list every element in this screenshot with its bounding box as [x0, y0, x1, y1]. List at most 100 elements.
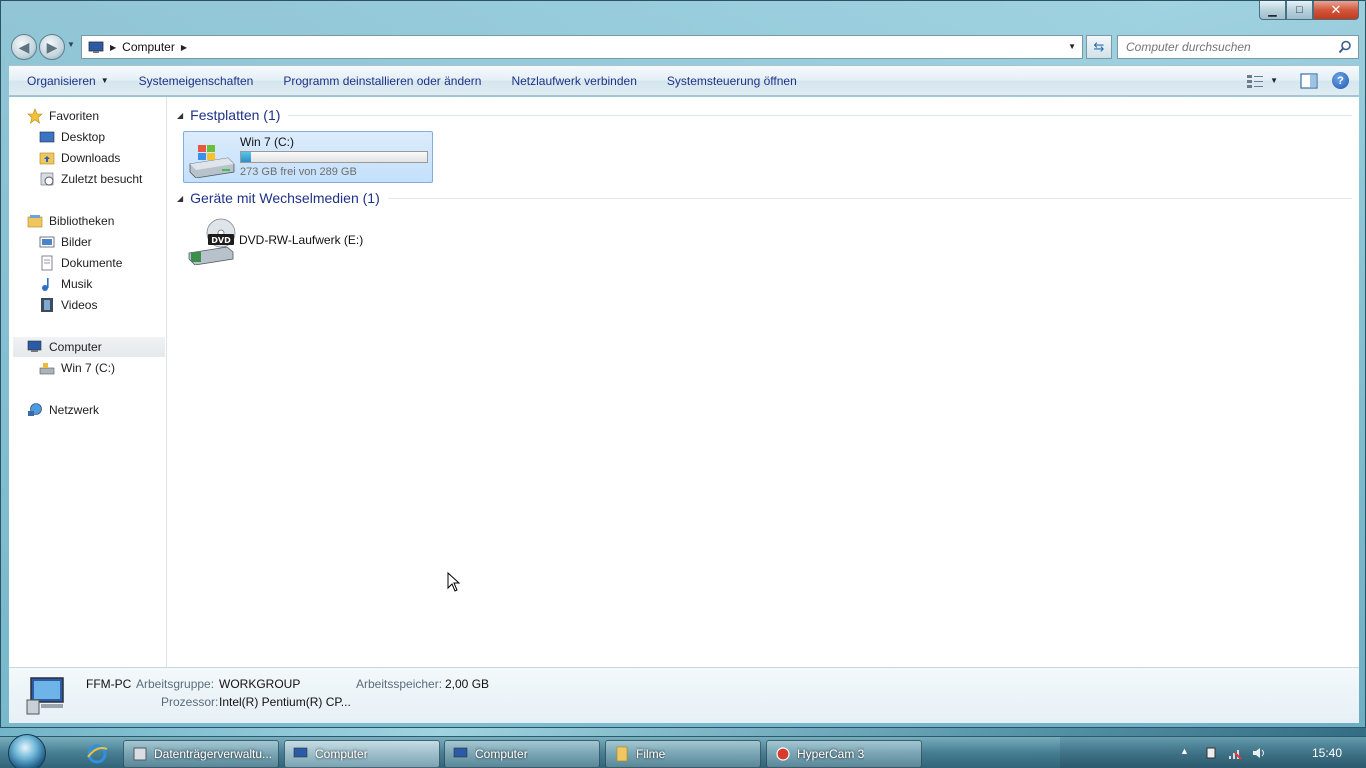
network-globe-icon [28, 403, 42, 416]
nav-documents[interactable]: Dokumente [39, 253, 122, 273]
command-bar: Organisieren ▼ Systemeigenschaften Progr… [9, 65, 1359, 96]
map-network-drive-button[interactable]: Netzlaufwerk verbinden [496, 66, 651, 95]
command-bar-right: ▼ ? [1246, 72, 1349, 89]
drive-usage-bar [240, 151, 428, 163]
nav-label: Favoriten [49, 109, 100, 123]
dvd-drive-name: DVD-RW-Laufwerk (E:) [239, 233, 364, 247]
refresh-button[interactable]: ⇆ [1086, 35, 1112, 59]
show-hidden-icons-icon[interactable]: ▲ [1180, 746, 1194, 760]
computer-icon [26, 677, 64, 715]
search-input[interactable] [1126, 40, 1336, 54]
taskbar-item-filme[interactable]: Filme [605, 740, 761, 768]
drive-c-tile[interactable]: Win 7 (C:) 273 GB frei von 289 GB [183, 131, 433, 183]
caption-buttons: ▁ □ ✕ [1259, 1, 1359, 20]
navigation-pane: Favoriten Desktop Downloads Zuletzt besu… [9, 97, 167, 667]
taskbar-item-hypercam[interactable]: HyperCam 3 [766, 740, 922, 768]
computer-icon [453, 747, 468, 758]
internet-explorer-icon[interactable] [86, 743, 108, 765]
address-bar[interactable]: ▶ Computer ▶ ▼ [81, 35, 1083, 59]
preview-pane-icon[interactable] [1300, 72, 1318, 89]
memory-label: Arbeitsspeicher: [356, 677, 443, 691]
organize-menu[interactable]: Organisieren ▼ [9, 66, 124, 95]
dvd-drive-tile[interactable]: DVD DVD-RW-Laufwerk (E:) [183, 215, 433, 267]
clock[interactable]: 15:40 [1312, 746, 1342, 760]
recent-places-icon [40, 172, 54, 186]
drive-usage-fill [241, 152, 252, 162]
nav-label: Win 7 (C:) [61, 361, 115, 375]
group-divider [387, 197, 1352, 199]
record-icon [776, 747, 790, 761]
back-button[interactable]: ◀ [11, 34, 37, 60]
windows-drive-icon [189, 145, 235, 178]
nav-drive-c[interactable]: Win 7 (C:) [39, 358, 115, 378]
nav-label: Bilder [61, 235, 92, 249]
nav-desktop[interactable]: Desktop [39, 127, 105, 147]
nav-computer[interactable]: Computer [13, 337, 165, 357]
nav-recent[interactable]: Zuletzt besucht [39, 169, 142, 189]
drive-free-space: 273 GB frei von 289 GB [240, 166, 357, 178]
minimize-button[interactable]: ▁ [1259, 1, 1286, 20]
nav-network[interactable]: Netzwerk [27, 400, 99, 420]
nav-label: Computer [49, 340, 102, 354]
group-divider [288, 114, 1352, 116]
details-pane: FFM-PC Arbeitsgruppe: WORKGROUP Arbeitss… [9, 667, 1359, 723]
disk-management-icon [133, 747, 147, 761]
system-tray: ▲ 15:40 [1060, 737, 1366, 768]
hard-drive-icon [39, 363, 55, 375]
search-box[interactable] [1117, 35, 1359, 59]
breadcrumb-arrow-icon[interactable]: ▶ [110, 43, 116, 52]
group-hard-disks[interactable]: ◢ Festplatten (1) [177, 107, 1352, 123]
nav-libraries[interactable]: Bibliotheken [27, 211, 114, 231]
group-title: Festplatten (1) [190, 107, 281, 123]
nav-favorites[interactable]: Favoriten [27, 106, 99, 126]
nav-videos[interactable]: Videos [39, 295, 97, 315]
help-icon[interactable]: ? [1332, 72, 1349, 89]
drive-name: Win 7 (C:) [240, 135, 294, 149]
system-properties-button[interactable]: Systemeigenschaften [124, 66, 269, 95]
mouse-cursor-icon [447, 572, 461, 592]
nav-downloads[interactable]: Downloads [39, 148, 120, 168]
start-button[interactable] [8, 734, 46, 768]
group-title: Geräte mit Wechselmedien (1) [190, 190, 380, 206]
uninstall-program-button[interactable]: Programm deinstallieren oder ändern [268, 66, 496, 95]
taskbar-item-computer-1[interactable]: Computer [284, 740, 440, 768]
dvd-drive-icon: DVD [188, 218, 236, 265]
taskbar-label: Filme [636, 747, 666, 761]
collapse-triangle-icon[interactable]: ◢ [177, 194, 183, 203]
nav-label: Videos [61, 298, 98, 312]
open-control-panel-button[interactable]: Systemsteuerung öffnen [652, 66, 812, 95]
close-button[interactable]: ✕ [1313, 1, 1359, 20]
group-removable[interactable]: ◢ Geräte mit Wechselmedien (1) [177, 190, 1352, 206]
safely-remove-icon[interactable] [1204, 746, 1218, 760]
nav-label: Desktop [61, 130, 106, 144]
nav-label: Dokumente [61, 256, 123, 270]
forward-button[interactable]: ▶ [39, 34, 65, 60]
taskbar-item-computer-2[interactable]: Computer [444, 740, 600, 768]
explorer-window: ▁ □ ✕ ◀ ▶ ▼ ▶ Computer ▶ ▼ ⇆ Organis [0, 0, 1366, 728]
collapse-triangle-icon[interactable]: ◢ [177, 111, 183, 120]
maximize-button[interactable]: □ [1286, 1, 1313, 20]
breadcrumb-computer[interactable]: Computer [122, 40, 175, 54]
chevron-down-icon: ▼ [100, 76, 109, 85]
address-row: ◀ ▶ ▼ ▶ Computer ▶ ▼ ⇆ [9, 34, 1359, 60]
music-note-icon [42, 278, 49, 291]
address-dropdown-icon[interactable]: ▼ [1068, 42, 1076, 51]
chevron-down-icon: ▼ [1270, 76, 1278, 85]
taskbar-item-disk-management[interactable]: Datenträgerverwaltu... [123, 740, 279, 768]
workgroup-label: Arbeitsgruppe: [136, 677, 215, 691]
volume-icon[interactable] [1252, 746, 1266, 760]
dvd-badge: DVD [211, 236, 231, 245]
search-icon[interactable] [1338, 40, 1352, 54]
computer-icon [293, 747, 308, 758]
nav-music[interactable]: Musik [39, 274, 92, 294]
nav-pictures[interactable]: Bilder [39, 232, 92, 252]
nav-label: Zuletzt besucht [61, 172, 143, 186]
taskbar-label: Computer [315, 747, 368, 761]
nav-label: Downloads [61, 151, 121, 165]
memory-value: 2,00 GB [445, 677, 490, 691]
change-view-button[interactable]: ▼ [1246, 73, 1278, 89]
breadcrumb-arrow-icon[interactable]: ▶ [181, 43, 187, 52]
organize-label: Organisieren [27, 73, 96, 88]
recent-pages-dropdown[interactable]: ▼ [67, 40, 75, 49]
network-status-icon[interactable] [1228, 746, 1242, 760]
